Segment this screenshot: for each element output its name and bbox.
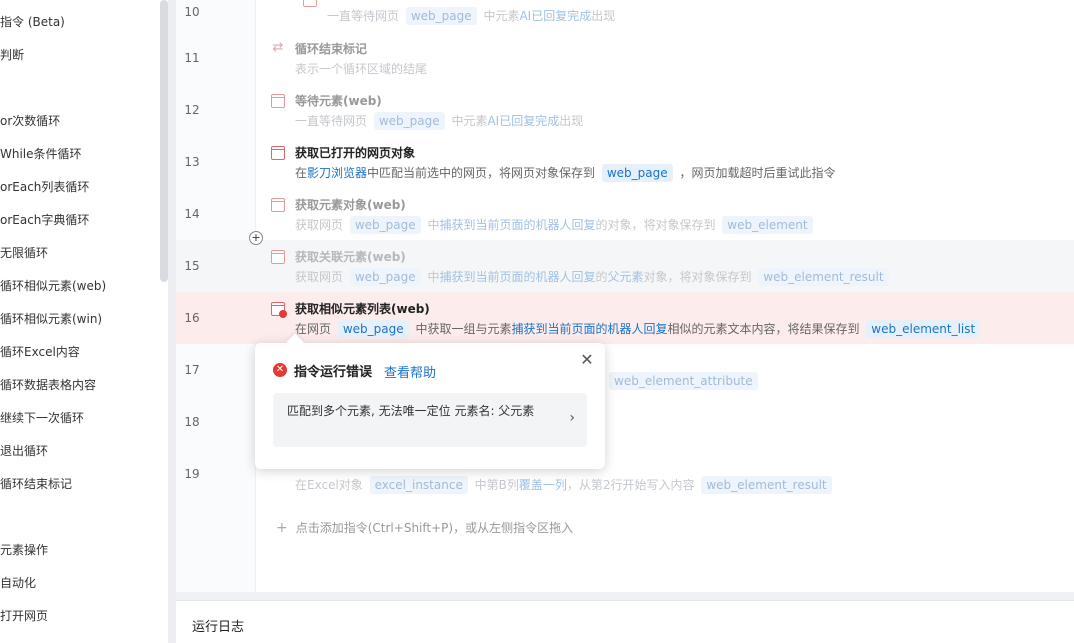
variable-tag[interactable]: web_element_attribute xyxy=(609,372,758,390)
variable-tag[interactable]: web_page xyxy=(601,164,673,182)
sidebar-item[interactable]: 继续下一次循环 xyxy=(0,408,84,428)
browser-page-icon xyxy=(271,146,285,160)
help-link[interactable]: 查看帮助 xyxy=(384,362,436,381)
line-number: 12 xyxy=(184,103,200,117)
row-desc: 一直等待网页 web_page 中元素AI已回复完成出现 xyxy=(327,7,616,25)
line-number: 11 xyxy=(184,51,200,65)
line-number: 17 xyxy=(184,363,200,377)
row-desc: web_element_attribute xyxy=(606,372,761,390)
line-number: 16 xyxy=(184,311,200,325)
related-element-icon xyxy=(271,250,285,264)
row-desc: 获取网页 web_page 中捕获到当前页面的机器人回复的对象，将对象保存到 w… xyxy=(295,216,816,234)
variable-tag[interactable]: web_page xyxy=(337,320,409,338)
sidebar-scrollbar[interactable] xyxy=(160,0,168,282)
run-log-panel[interactable]: 运行日志 xyxy=(176,600,1074,643)
sidebar-item[interactable]: 循环Excel内容 xyxy=(0,342,80,362)
wait-element-icon xyxy=(271,94,285,108)
row-desc: 在影刀浏览器中匹配当前选中的网页，将网页对象保存到 web_page ，网页加载… xyxy=(295,164,836,182)
chevron-right-icon: › xyxy=(569,410,575,426)
error-indicator-icon xyxy=(279,310,287,318)
sidebar-item[interactable]: 元素操作 xyxy=(0,540,48,560)
row-desc: 获取网页 web_page 中捕获到当前页面的机器人回复的父元素对象，将对象保存… xyxy=(295,268,892,286)
row-title: 循环结束标记 xyxy=(295,42,368,56)
row-desc: 表示一个循环区域的结尾 xyxy=(295,62,428,76)
error-message: 匹配到多个元素, 无法唯一定位 元素名: 父元素 xyxy=(287,404,535,418)
row-title: 获取元素对象(web) xyxy=(295,198,406,212)
sidebar-item[interactable]: 循环结束标记 xyxy=(0,474,72,494)
sidebar-item[interactable]: orEach列表循环 xyxy=(0,177,89,197)
error-detail-box[interactable]: 匹配到多个元素, 无法唯一定位 元素名: 父元素 › xyxy=(273,393,587,447)
variable-tag[interactable]: excel_instance xyxy=(369,476,468,494)
add-instruction-text: 点击添加指令(Ctrl+Shift+P)，或从左侧指令区拖入 xyxy=(295,521,574,535)
element-object-icon xyxy=(271,198,285,212)
error-icon: ✕ xyxy=(273,363,287,377)
line-number: 14 xyxy=(184,207,200,221)
sidebar-item[interactable]: or次数循环 xyxy=(0,111,60,131)
flow-row-13[interactable]: 13 获取已打开的网页对象 在影刀浏览器中匹配当前选中的网页，将网页对象保存到 … xyxy=(176,136,1074,188)
panel-divider[interactable] xyxy=(168,0,176,643)
variable-tag[interactable]: web_page xyxy=(373,112,445,130)
app-window: 指令 (Beta) 判断 or次数循环 While条件循环 orEach列表循环… xyxy=(0,0,1074,643)
row-desc: 在网页 web_page 中获取一组与元素捕获到当前页面的机器人回复相似的元素文… xyxy=(295,320,983,338)
sidebar-item[interactable]: 循环相似元素(win) xyxy=(0,309,102,329)
sidebar-item[interactable]: 无限循环 xyxy=(0,243,48,263)
row-title: 等待元素(web) xyxy=(295,94,382,108)
flow-row-15[interactable]: 15 获取关联元素(web) 获取网页 web_page 中捕获到当前页面的机器… xyxy=(176,240,1074,292)
line-number: 15 xyxy=(184,259,200,273)
sidebar-item[interactable]: orEach字典循环 xyxy=(0,210,89,230)
popover-title: 指令运行错误 xyxy=(294,365,373,380)
sidebar-item[interactable]: 判断 xyxy=(0,45,24,65)
sidebar-item[interactable]: 自动化 xyxy=(0,573,36,593)
instruction-sidebar: 指令 (Beta) 判断 or次数循环 While条件循环 orEach列表循环… xyxy=(0,0,168,643)
flow-row-14[interactable]: 14 获取元素对象(web) 获取网页 web_page 中捕获到当前页面的机器… xyxy=(176,188,1074,240)
sidebar-item[interactable]: 循环相似元素(web) xyxy=(0,276,106,296)
variable-tag[interactable]: web_page xyxy=(349,268,421,286)
flow-row-11[interactable]: 11 ⇄ 循环结束标记 表示一个循环区域的结尾 xyxy=(176,32,1074,84)
flow-editor: 10 一直等待网页 web_page 中元素AI已回复完成出现 11 ⇄ 循环结… xyxy=(176,0,1074,592)
line-number: 19 xyxy=(184,467,200,481)
flow-row-10[interactable]: 10 一直等待网页 web_page 中元素AI已回复完成出现 xyxy=(176,0,1074,26)
sidebar-item[interactable]: 指令 (Beta) xyxy=(0,12,65,32)
row-title: 获取相似元素列表(web) xyxy=(295,302,430,316)
wait-element-icon xyxy=(303,0,317,7)
plus-icon: + xyxy=(276,520,288,536)
row-title: 获取已打开的网页对象 xyxy=(295,146,416,160)
variable-tag[interactable]: web_page xyxy=(405,7,477,25)
variable-tag[interactable]: web_element_list xyxy=(866,320,981,338)
row-desc: 在Excel对象 excel_instance 中第B列覆盖一列，从第2行开始写… xyxy=(295,476,835,494)
flow-row-16[interactable]: 16 获取相似元素列表(web) 在网页 web_page 中获取一组与元素捕获… xyxy=(176,292,1074,344)
variable-tag[interactable]: web_element_result xyxy=(701,476,832,494)
line-number: 18 xyxy=(184,415,200,429)
run-log-title: 运行日志 xyxy=(192,620,245,635)
sidebar-item[interactable]: 循环数据表格内容 xyxy=(0,375,96,395)
row-desc: 一直等待网页 web_page 中元素AI已回复完成出现 xyxy=(295,112,584,130)
variable-tag[interactable]: web_element_result xyxy=(758,268,889,286)
line-number: 13 xyxy=(184,155,200,169)
sidebar-item[interactable]: 打开网页 xyxy=(0,606,48,626)
loop-end-icon: ⇄ xyxy=(271,40,285,55)
add-instruction-hint[interactable]: + 点击添加指令(Ctrl+Shift+P)，或从左侧指令区拖入 xyxy=(276,519,573,536)
line-number: 10 xyxy=(184,5,200,19)
flow-row-12[interactable]: 12 等待元素(web) 一直等待网页 web_page 中元素AI已回复完成出… xyxy=(176,84,1074,136)
variable-tag[interactable]: web_element xyxy=(722,216,813,234)
close-icon[interactable]: ✕ xyxy=(579,352,595,368)
insert-step-icon[interactable]: + xyxy=(249,231,263,245)
sidebar-item[interactable]: 退出循环 xyxy=(0,441,48,461)
row-title: 获取关联元素(web) xyxy=(295,250,406,264)
error-popover: ✕ 指令运行错误 查看帮助 ✕ 匹配到多个元素, 无法唯一定位 元素名: 父元素… xyxy=(255,343,605,469)
variable-tag[interactable]: web_page xyxy=(349,216,421,234)
sidebar-item[interactable]: While条件循环 xyxy=(0,144,82,164)
